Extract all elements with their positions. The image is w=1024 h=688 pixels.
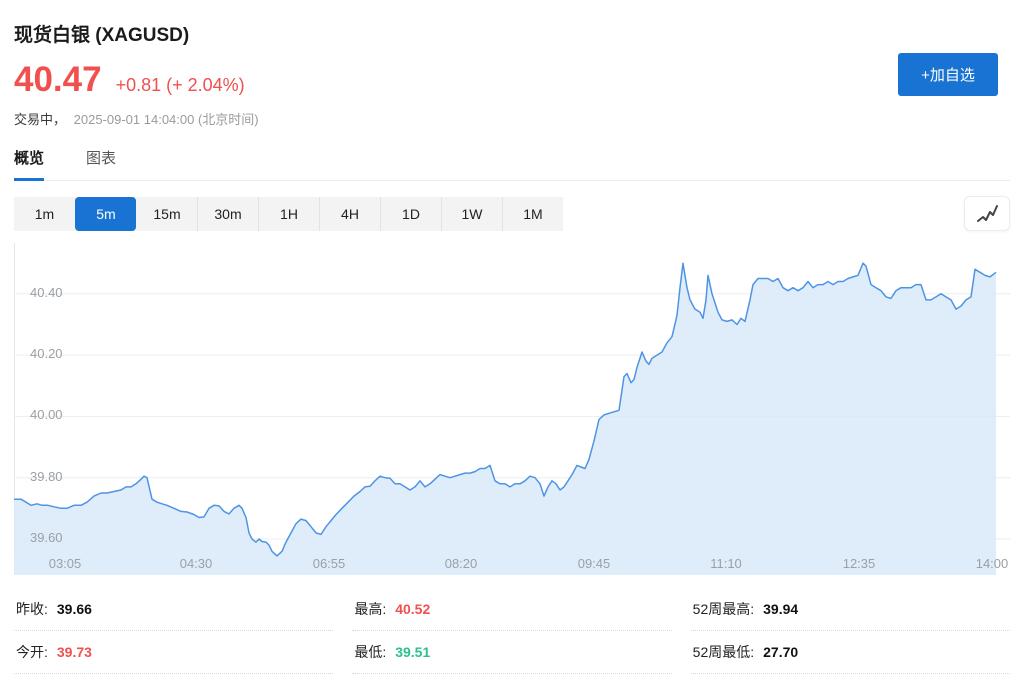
tab-overview[interactable]: 概览 <box>14 147 44 180</box>
tab-bar: 概览 图表 <box>14 147 1010 181</box>
page-title: 现货白银 (XAGUSD) <box>14 0 1010 47</box>
period-button-1m[interactable]: 1m <box>14 197 75 231</box>
period-button-4H[interactable]: 4H <box>319 197 380 231</box>
stat-column: 52周最高: 39.94 52周最低: 27.70 <box>691 588 1010 674</box>
stats-grid: 昨收: 39.66 今开: 39.73 最高: 40.52 最低: 39.51 52周最高: 39… <box>14 588 1010 674</box>
quote-timestamp: 2025-09-01 14:04:00 (北京时间) <box>74 112 259 127</box>
stat-row: 52周最高: 39.94 <box>691 588 1010 631</box>
price-change: +0.81 (+ 2.04%) <box>116 75 245 96</box>
stat-label: 最高: <box>354 599 386 619</box>
stat-row: 52周最低: 27.70 <box>691 631 1010 674</box>
quote-page: 现货白银 (XAGUSD) +加自选 40.47 +0.81 (+ 2.04%)… <box>0 0 1024 688</box>
period-button-1M[interactable]: 1M <box>502 197 563 231</box>
period-button-5m[interactable]: 5m <box>75 197 136 231</box>
stat-row: 昨收: 39.66 <box>14 588 333 631</box>
chart-type-button[interactable] <box>964 196 1010 231</box>
price-row: 40.47 +0.81 (+ 2.04%) <box>14 60 1010 100</box>
last-price: 40.47 <box>14 60 102 100</box>
price-chart-area[interactable]: 40.4040.2040.0039.8039.60 03:0504:3006:5… <box>14 243 1010 575</box>
stat-value: 27.70 <box>763 644 798 660</box>
stat-value: 39.51 <box>395 644 430 660</box>
price-area-chart[interactable] <box>14 243 1010 575</box>
stat-column: 最高: 40.52 最低: 39.51 <box>352 588 671 674</box>
stat-value: 40.52 <box>395 601 430 617</box>
chart-toolbar: 1m5m15m30m1H4H1D1W1M <box>14 196 1010 231</box>
add-watchlist-button[interactable]: +加自选 <box>898 53 998 96</box>
stat-value: 39.73 <box>57 644 92 660</box>
status-row: 交易中， 2025-09-01 14:04:00 (北京时间) <box>14 109 1010 128</box>
period-button-15m[interactable]: 15m <box>136 197 197 231</box>
trading-status: 交易中， <box>14 112 66 127</box>
stat-row: 最低: 39.51 <box>352 631 671 674</box>
period-button-1D[interactable]: 1D <box>380 197 441 231</box>
stat-label: 今开: <box>16 642 48 662</box>
stat-column: 昨收: 39.66 今开: 39.73 <box>14 588 333 674</box>
period-button-30m[interactable]: 30m <box>197 197 258 231</box>
period-button-1H[interactable]: 1H <box>258 197 319 231</box>
tab-chart[interactable]: 图表 <box>86 147 116 180</box>
period-toolbar: 1m5m15m30m1H4H1D1W1M <box>14 197 563 231</box>
stat-row: 今开: 39.73 <box>14 631 333 674</box>
stat-value: 39.66 <box>57 601 92 617</box>
period-button-1W[interactable]: 1W <box>441 197 502 231</box>
stat-row: 最高: 40.52 <box>352 588 671 631</box>
stat-label: 最低: <box>354 642 386 662</box>
stat-label: 52周最低: <box>693 642 754 662</box>
stat-value: 39.94 <box>763 601 798 617</box>
line-chart-icon <box>974 202 1000 226</box>
stat-label: 52周最高: <box>693 599 754 619</box>
stat-label: 昨收: <box>16 599 48 619</box>
